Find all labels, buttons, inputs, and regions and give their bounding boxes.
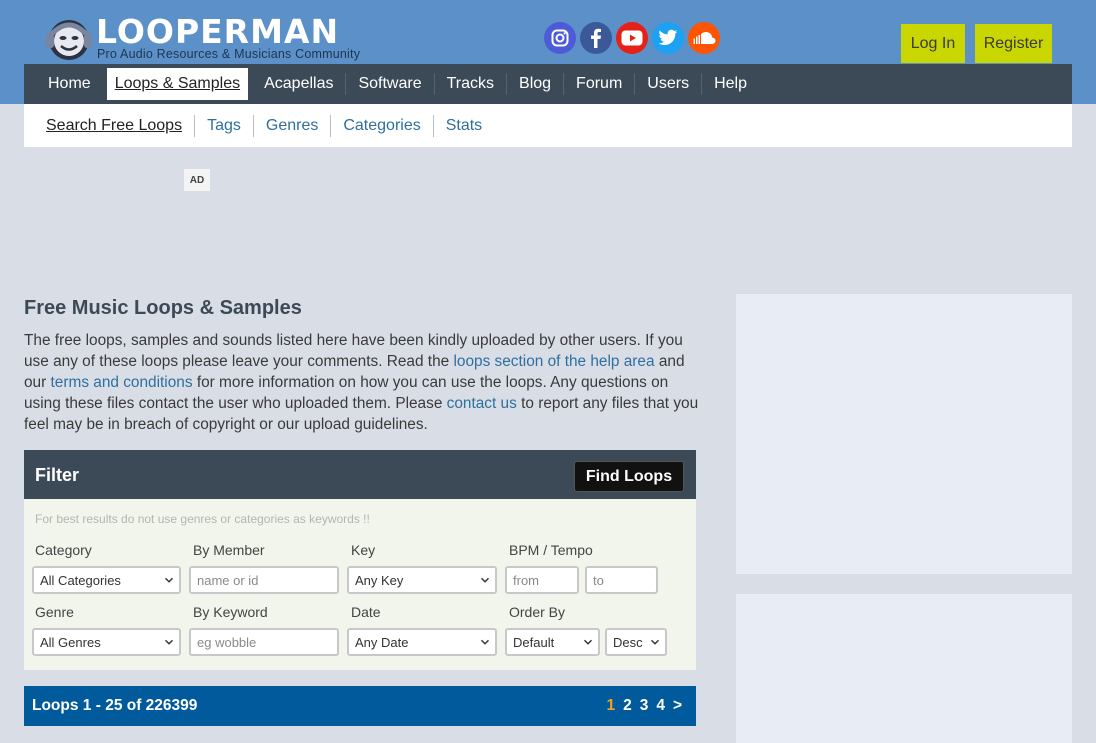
filter-title: Filter: [35, 465, 80, 485]
contact-us-link[interactable]: contact us: [447, 395, 517, 412]
results-summary: Loops 1 - 25 of 226399: [32, 697, 198, 714]
category-select-value: All Categories: [40, 572, 121, 588]
nav-software[interactable]: Software: [345, 73, 433, 95]
direction-select-value: Desc: [613, 634, 643, 650]
ad-badge: AD: [184, 169, 210, 191]
twitter-icon[interactable]: [652, 22, 684, 54]
bpm-from-input[interactable]: from: [505, 566, 579, 594]
date-select-value: Any Date: [355, 634, 409, 650]
filter-header: Filter Find Loops: [24, 450, 696, 499]
chevron-down-icon: [480, 639, 490, 645]
order-select[interactable]: Default: [505, 628, 600, 656]
site-logo[interactable]: LOOPERMAN Pro Audio Resources & Musician…: [44, 12, 404, 64]
chevron-down-icon: [164, 577, 174, 583]
instagram-icon[interactable]: [544, 22, 576, 54]
sidebar-ad-bottom: [736, 594, 1072, 743]
page-title: Free Music Loops & Samples: [24, 297, 302, 319]
member-input[interactable]: name or id: [189, 566, 339, 594]
nav-blog[interactable]: Blog: [506, 73, 563, 95]
nav-home[interactable]: Home: [36, 73, 103, 95]
page-link[interactable]: 4: [656, 697, 665, 715]
next-page-link[interactable]: >: [673, 697, 682, 715]
intro-text: The free loops, samples and sounds liste…: [24, 330, 700, 435]
key-label: Key: [351, 542, 376, 558]
chevron-down-icon: [583, 639, 593, 645]
terms-link[interactable]: terms and conditions: [51, 374, 193, 391]
nav-tracks[interactable]: Tracks: [433, 73, 506, 95]
youtube-icon[interactable]: [616, 22, 648, 54]
pagination: 1 2 3 4 >: [606, 697, 682, 715]
nav-acapellas[interactable]: Acapellas: [252, 73, 345, 95]
sub-nav: Search Free Loops Tags Genres Categories…: [24, 104, 1072, 147]
main-nav: Home Loops & Samples Acapellas Software …: [24, 64, 1072, 104]
genre-select-value: All Genres: [40, 634, 101, 650]
direction-select[interactable]: Desc: [605, 628, 667, 656]
category-label: Category: [35, 542, 92, 558]
chevron-down-icon: [480, 577, 490, 583]
chevron-down-icon: [650, 639, 660, 645]
member-label: By Member: [193, 542, 265, 558]
soundcloud-icon[interactable]: [688, 22, 720, 54]
facebook-icon[interactable]: [580, 22, 612, 54]
login-button[interactable]: Log In: [901, 24, 965, 63]
order-label: Order By: [509, 604, 566, 620]
page-link-current[interactable]: 1: [606, 697, 615, 715]
order-select-value: Default: [513, 634, 555, 650]
subnav-stats[interactable]: Stats: [432, 114, 494, 137]
subnav-categories[interactable]: Categories: [330, 114, 432, 137]
logo-tagline: Pro Audio Resources & Musicians Communit…: [97, 47, 361, 61]
register-button[interactable]: Register: [975, 24, 1052, 63]
logo-wordmark: LOOPERMAN: [96, 12, 340, 51]
subnav-search-free-loops[interactable]: Search Free Loops: [34, 115, 194, 137]
keyword-input[interactable]: eg wobble: [189, 628, 339, 656]
page-link[interactable]: 2: [623, 697, 632, 715]
nav-forum[interactable]: Forum: [563, 73, 634, 95]
find-loops-button[interactable]: Find Loops: [574, 461, 684, 492]
subnav-tags[interactable]: Tags: [194, 114, 253, 137]
mascot-logo-icon: [46, 20, 92, 60]
keyword-label: By Keyword: [193, 604, 268, 620]
bpm-to-input[interactable]: to: [585, 566, 658, 594]
filter-tip: For best results do not use genres or ca…: [35, 512, 370, 526]
help-loops-link[interactable]: loops section of the help area: [453, 353, 654, 370]
social-links: [544, 22, 720, 54]
bpm-label: BPM / Tempo: [509, 542, 593, 558]
nav-users[interactable]: Users: [634, 73, 701, 95]
genre-select[interactable]: All Genres: [32, 628, 181, 656]
date-label: Date: [351, 604, 381, 620]
nav-help[interactable]: Help: [701, 73, 759, 95]
sidebar-ad-top: [736, 294, 1072, 574]
category-select[interactable]: All Categories: [32, 566, 181, 594]
subnav-genres[interactable]: Genres: [252, 114, 330, 137]
key-select[interactable]: Any Key: [347, 566, 497, 594]
filter-panel: For best results do not use genres or ca…: [24, 499, 696, 670]
chevron-down-icon: [164, 639, 174, 645]
results-pager: Loops 1 - 25 of 226399 1 2 3 4 >: [24, 686, 696, 726]
key-select-value: Any Key: [355, 572, 404, 588]
nav-loops-samples[interactable]: Loops & Samples: [106, 68, 249, 100]
genre-label: Genre: [35, 604, 74, 620]
page-link[interactable]: 3: [640, 697, 649, 715]
date-select[interactable]: Any Date: [347, 628, 497, 656]
